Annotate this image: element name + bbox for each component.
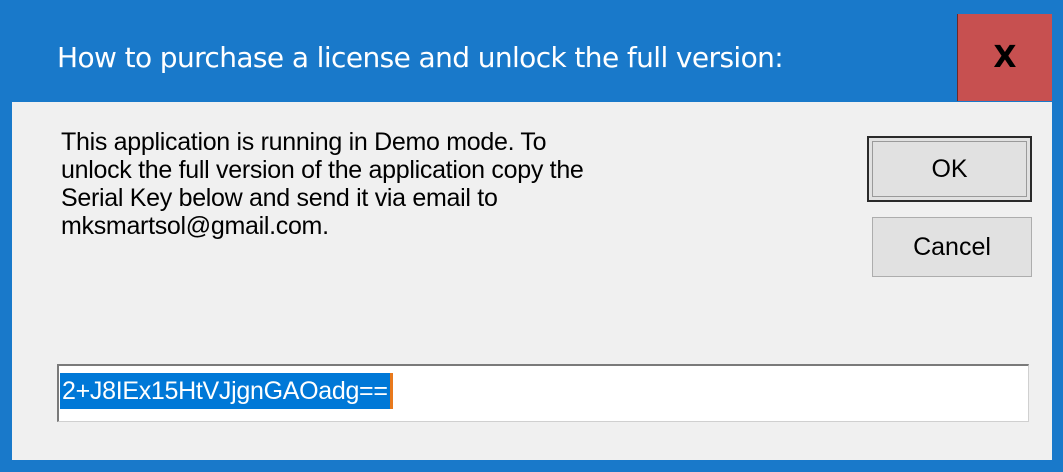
message-line: This application is running in Demo mode…	[61, 128, 547, 156]
cancel-button[interactable]: Cancel	[872, 217, 1032, 277]
message-line: Serial Key below and send it via email t…	[61, 184, 498, 212]
title-bar[interactable]: How to purchase a license and unlock the…	[0, 0, 1063, 102]
demo-message: This application is running in Demo mode…	[61, 128, 801, 240]
serial-key-selected-text: 2+J8IEx15HtVJjgnGAOadg==	[60, 373, 390, 409]
message-line: unlock the full version of the applicati…	[61, 156, 584, 184]
serial-key-field[interactable]: 2+J8IEx15HtVJjgnGAOadg==	[57, 364, 1029, 422]
ok-button[interactable]: OK	[867, 136, 1032, 202]
dialog-window: How to purchase a license and unlock the…	[0, 0, 1063, 472]
dialog-title: How to purchase a license and unlock the…	[57, 41, 784, 74]
close-icon: X	[993, 39, 1017, 75]
cancel-button-label: Cancel	[913, 232, 991, 261]
text-cursor	[390, 373, 393, 409]
message-line: mksmartsol@gmail.com.	[61, 212, 329, 240]
close-button[interactable]: X	[957, 14, 1052, 101]
dialog-body: This application is running in Demo mode…	[12, 102, 1052, 460]
ok-button-label: OK	[931, 154, 968, 183]
